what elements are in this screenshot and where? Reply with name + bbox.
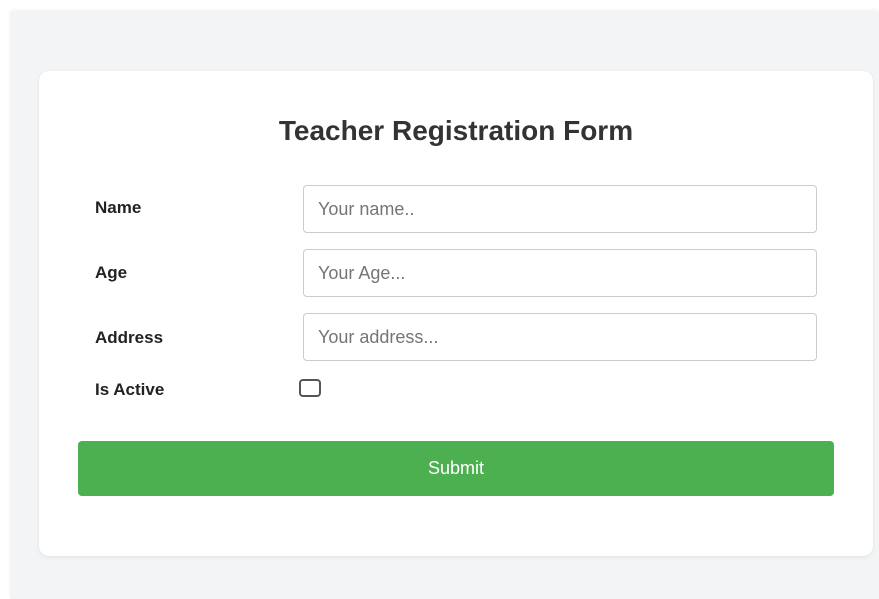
is-active-label: Is Active — [95, 380, 165, 399]
name-label: Name — [95, 198, 142, 217]
is-active-checkbox[interactable] — [299, 379, 321, 397]
address-label: Address — [95, 328, 164, 347]
submit-button[interactable]: Submit — [78, 441, 834, 496]
age-input[interactable] — [303, 249, 817, 297]
age-label: Age — [95, 263, 128, 282]
name-input[interactable] — [303, 185, 817, 233]
address-input[interactable] — [303, 313, 817, 361]
registration-form-card: Teacher Registration Form Name Age Addre… — [39, 71, 873, 556]
form-title: Teacher Registration Form — [278, 115, 634, 146]
page-background: Teacher Registration Form Name Age Addre… — [10, 12, 879, 599]
